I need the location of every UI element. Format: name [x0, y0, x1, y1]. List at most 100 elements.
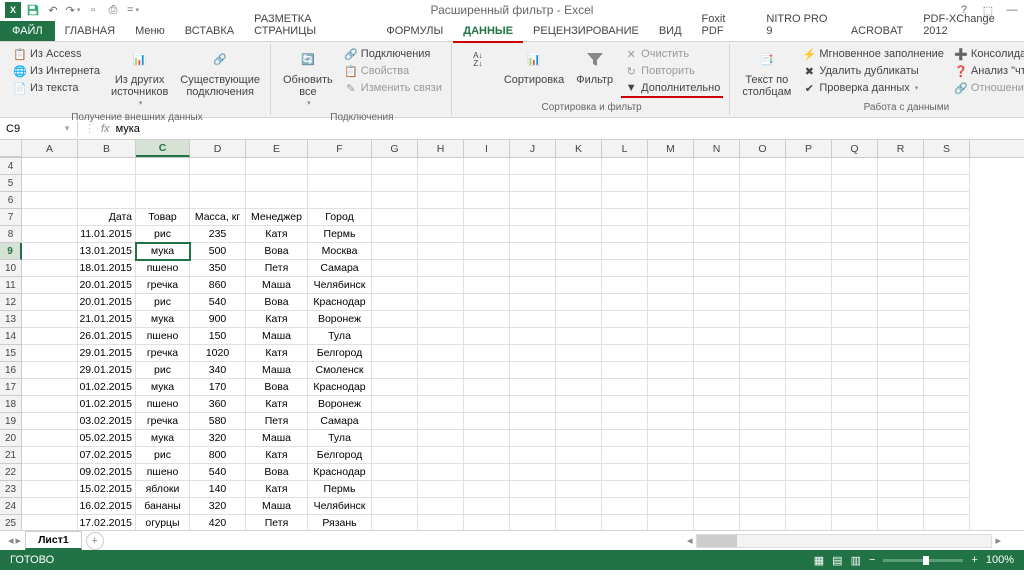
cell[interactable]	[602, 311, 648, 328]
cell[interactable]	[832, 498, 878, 515]
cell[interactable]	[22, 464, 78, 481]
row-header[interactable]: 10	[0, 260, 22, 277]
cell[interactable]: 20.01.2015	[78, 277, 136, 294]
cell[interactable]	[464, 158, 510, 175]
cell[interactable]	[372, 362, 418, 379]
col-header[interactable]: M	[648, 140, 694, 157]
cell[interactable]: гречка	[136, 413, 190, 430]
cell[interactable]	[556, 430, 602, 447]
cell[interactable]	[556, 481, 602, 498]
formula-bar[interactable]: мука	[116, 123, 140, 135]
cell[interactable]	[602, 175, 648, 192]
cell[interactable]	[924, 515, 970, 530]
cell[interactable]	[648, 498, 694, 515]
cell[interactable]	[648, 430, 694, 447]
cell[interactable]: Белгород	[308, 447, 372, 464]
cell[interactable]	[878, 464, 924, 481]
cell[interactable]	[740, 226, 786, 243]
text-to-columns-button[interactable]: 📑Текст по столбцам	[738, 46, 795, 100]
cell[interactable]	[694, 328, 740, 345]
cell[interactable]	[418, 345, 464, 362]
cell[interactable]: Вова	[246, 243, 308, 260]
cell[interactable]	[246, 158, 308, 175]
cell[interactable]	[878, 447, 924, 464]
cell[interactable]: яблоки	[136, 481, 190, 498]
cell[interactable]	[694, 192, 740, 209]
qat-undo-icon[interactable]: ↶	[44, 1, 62, 19]
cell[interactable]	[372, 345, 418, 362]
cell[interactable]	[832, 311, 878, 328]
cell[interactable]	[694, 447, 740, 464]
cell[interactable]	[832, 243, 878, 260]
cell[interactable]	[648, 209, 694, 226]
cell[interactable]	[602, 498, 648, 515]
cell[interactable]	[648, 515, 694, 530]
cell[interactable]	[556, 464, 602, 481]
cell[interactable]: 18.01.2015	[78, 260, 136, 277]
row-header[interactable]: 9	[0, 243, 22, 260]
cell[interactable]	[878, 260, 924, 277]
cell[interactable]	[418, 158, 464, 175]
cell[interactable]	[786, 447, 832, 464]
cell[interactable]	[832, 481, 878, 498]
cell[interactable]: 235	[190, 226, 246, 243]
cell[interactable]: 350	[190, 260, 246, 277]
cell[interactable]	[648, 379, 694, 396]
cell[interactable]	[22, 243, 78, 260]
consolidate-button[interactable]: ➕Консолидация	[951, 46, 1024, 62]
cell[interactable]	[510, 328, 556, 345]
cell[interactable]	[602, 158, 648, 175]
cell[interactable]: гречка	[136, 345, 190, 362]
cell[interactable]	[510, 243, 556, 260]
cell[interactable]	[924, 379, 970, 396]
cell[interactable]	[694, 515, 740, 530]
cell[interactable]	[878, 345, 924, 362]
cell[interactable]: мука	[136, 243, 190, 260]
cell[interactable]	[136, 175, 190, 192]
remove-duplicates-button[interactable]: ✖Удалить дубликаты	[799, 63, 947, 79]
cell[interactable]: 900	[190, 311, 246, 328]
cell[interactable]	[22, 294, 78, 311]
view-pagebreak-icon[interactable]: ▥	[851, 554, 861, 567]
row-header[interactable]: 17	[0, 379, 22, 396]
cell[interactable]	[510, 362, 556, 379]
cell[interactable]	[924, 498, 970, 515]
cell[interactable]	[464, 175, 510, 192]
cell[interactable]	[78, 175, 136, 192]
cell[interactable]	[418, 243, 464, 260]
cell[interactable]	[648, 413, 694, 430]
cell[interactable]	[924, 481, 970, 498]
cell[interactable]	[418, 260, 464, 277]
cell[interactable]: гречка	[136, 277, 190, 294]
cell[interactable]	[22, 311, 78, 328]
cell[interactable]	[648, 396, 694, 413]
cell[interactable]	[372, 226, 418, 243]
cell[interactable]	[556, 294, 602, 311]
cell[interactable]	[510, 379, 556, 396]
cell[interactable]	[924, 175, 970, 192]
cell[interactable]	[694, 260, 740, 277]
sheet-nav[interactable]: ◂▸	[8, 534, 21, 547]
cell[interactable]	[786, 379, 832, 396]
spreadsheet-grid[interactable]: ABCDEFGHIJKLMNOPQRS 4567ДатаТоварМасса, …	[0, 140, 1024, 530]
cell[interactable]	[648, 226, 694, 243]
cell[interactable]: 860	[190, 277, 246, 294]
cell[interactable]	[924, 447, 970, 464]
tab-layout[interactable]: РАЗМЕТКА СТРАНИЦЫ	[244, 9, 376, 41]
cell[interactable]	[832, 362, 878, 379]
cell[interactable]	[832, 277, 878, 294]
cell[interactable]	[786, 413, 832, 430]
cell[interactable]: Масса, кг	[190, 209, 246, 226]
cell[interactable]	[464, 515, 510, 530]
cell[interactable]	[602, 328, 648, 345]
row-header[interactable]: 4	[0, 158, 22, 175]
cell[interactable]: Пермь	[308, 226, 372, 243]
cell[interactable]	[372, 430, 418, 447]
cell[interactable]	[556, 447, 602, 464]
cell[interactable]	[740, 396, 786, 413]
cell[interactable]	[740, 379, 786, 396]
row-header[interactable]: 25	[0, 515, 22, 530]
cell[interactable]	[418, 277, 464, 294]
cell[interactable]: Москва	[308, 243, 372, 260]
cell[interactable]	[832, 192, 878, 209]
